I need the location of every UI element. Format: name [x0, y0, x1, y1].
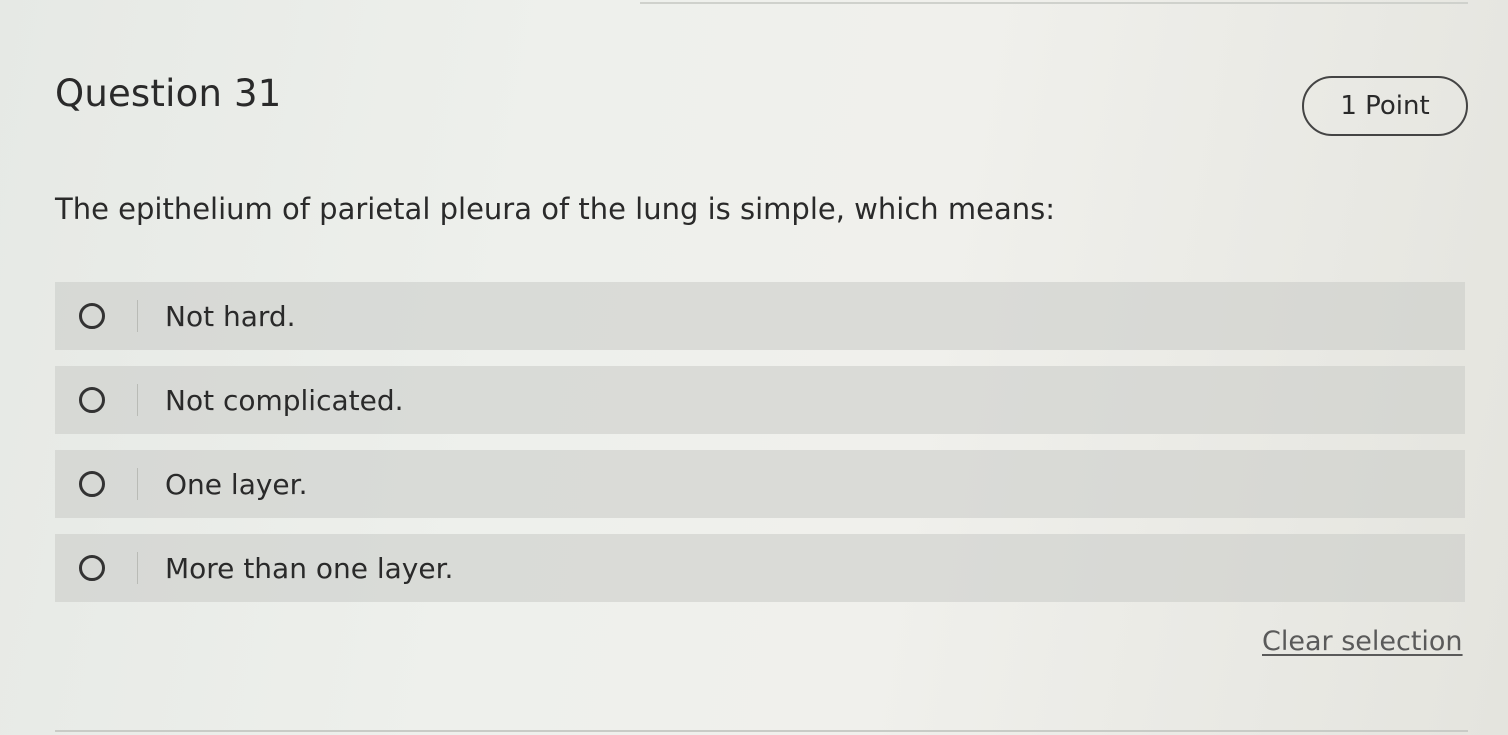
radio-button[interactable] — [79, 387, 105, 413]
clear-selection-link[interactable]: Clear selection — [1262, 626, 1463, 657]
radio-button[interactable] — [79, 303, 105, 329]
answer-option[interactable]: More than one layer. — [55, 534, 1465, 602]
answer-options: Not hard. Not complicated. One layer. Mo… — [55, 282, 1465, 618]
answer-option[interactable]: Not hard. — [55, 282, 1465, 350]
answer-option[interactable]: One layer. — [55, 450, 1465, 518]
top-divider — [640, 2, 1468, 4]
option-divider — [137, 384, 138, 416]
points-badge: 1 Point — [1302, 76, 1468, 136]
answer-option[interactable]: Not complicated. — [55, 366, 1465, 434]
option-divider — [137, 468, 138, 500]
option-divider — [137, 300, 138, 332]
question-text: The epithelium of parietal pleura of the… — [55, 192, 1055, 226]
radio-button[interactable] — [79, 555, 105, 581]
radio-button[interactable] — [79, 471, 105, 497]
option-label: More than one layer. — [165, 551, 454, 585]
bottom-divider — [55, 730, 1468, 732]
option-label: Not hard. — [165, 299, 296, 333]
option-label: One layer. — [165, 467, 308, 501]
option-label: Not complicated. — [165, 383, 404, 417]
question-title: Question 31 — [55, 72, 282, 115]
option-divider — [137, 552, 138, 584]
